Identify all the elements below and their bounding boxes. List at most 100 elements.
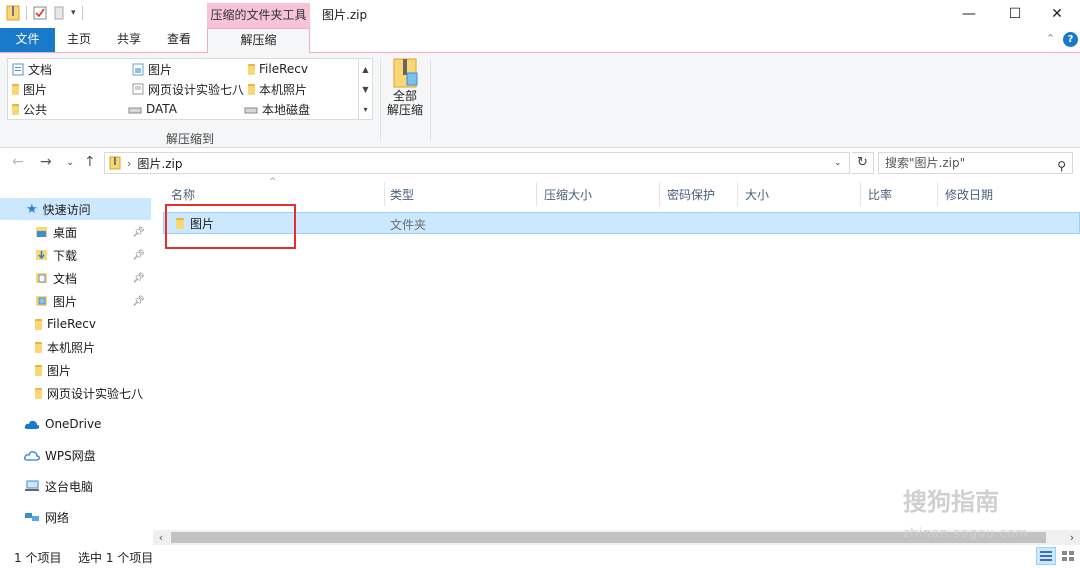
onedrive-cloud-icon: [24, 420, 40, 429]
column-header-type[interactable]: 类型: [382, 184, 536, 206]
breadcrumb-separator-icon: ›: [127, 156, 132, 170]
folder-icon: [248, 63, 255, 75]
status-item-count: 1 个项目: [14, 551, 62, 565]
nav-quick-access[interactable]: ★ 快速访问: [0, 198, 151, 220]
forward-icon[interactable]: →: [40, 154, 52, 170]
column-header-password[interactable]: 密码保护: [659, 184, 737, 206]
table-row[interactable]: 图片 文件夹: [163, 212, 1080, 234]
nav-item-pictures-2[interactable]: 图片: [0, 359, 151, 381]
help-icon[interactable]: ?: [1063, 32, 1078, 47]
folder-icon: [12, 103, 19, 115]
star-icon: ★: [26, 201, 38, 217]
pin-icon[interactable]: 📌︎: [132, 227, 145, 238]
customize-toolbar-icon[interactable]: ▾: [71, 8, 76, 18]
large-icons-view-button[interactable]: [1058, 547, 1078, 565]
close-button[interactable]: ✕: [1034, 0, 1080, 28]
column-header-modified[interactable]: 修改日期: [937, 184, 1067, 206]
gallery-scrollbar[interactable]: ▲ ▼ ▾: [359, 58, 373, 120]
folder-icon: [12, 83, 19, 95]
column-header-size[interactable]: 大小: [737, 184, 860, 206]
pin-icon[interactable]: 📌︎: [132, 273, 145, 284]
group-separator: [380, 59, 381, 141]
details-view-icon: [1040, 551, 1052, 561]
expand-gallery-icon[interactable]: ▾: [363, 105, 367, 114]
downloads-folder-icon: [36, 250, 47, 260]
highlight-annotation-box: [165, 204, 296, 249]
address-bar[interactable]: › 图片.zip: [104, 152, 850, 174]
collapse-ribbon-icon[interactable]: ⌃: [1046, 32, 1055, 45]
status-bar: 1 个项目 选中 1 个项目: [0, 545, 1080, 568]
scroll-right-icon[interactable]: ›: [1064, 530, 1080, 545]
drive-icon: [128, 107, 142, 114]
tab-share[interactable]: 共享: [106, 28, 152, 52]
group-label-extract-to: 解压缩到: [165, 132, 214, 146]
window-title: 图片.zip: [322, 8, 368, 22]
scroll-down-icon[interactable]: ▼: [362, 85, 368, 94]
pin-icon[interactable]: 📌︎: [132, 296, 145, 307]
group-separator: [430, 59, 431, 141]
details-view-button[interactable]: [1036, 547, 1056, 565]
maximize-button[interactable]: ☐: [992, 0, 1038, 28]
navigation-pane: ★ 快速访问 桌面 📌︎ 下载 📌︎ 文档 📌︎ 图片 📌︎ FileRecv …: [0, 180, 153, 545]
title-bar: ▾ 压缩的文件夹工具 图片.zip — ☐ ✕: [0, 0, 1080, 28]
tab-file[interactable]: 文件: [0, 28, 55, 52]
refresh-button[interactable]: ↻: [852, 152, 874, 174]
address-dropdown-icon[interactable]: ⌄: [834, 158, 842, 168]
nav-item-desktop[interactable]: 桌面 📌︎: [0, 221, 151, 243]
pin-icon[interactable]: 📌︎: [132, 250, 145, 261]
nav-network[interactable]: 网络: [0, 506, 151, 528]
gallery-item-pictures[interactable]: 图片: [132, 60, 172, 78]
document-folder-icon: [12, 63, 24, 75]
breadcrumb-zip[interactable]: 图片.zip: [137, 155, 182, 172]
scroll-left-icon[interactable]: ‹: [153, 530, 169, 545]
nav-wps-drive[interactable]: WPS网盘: [0, 444, 151, 466]
new-folder-icon[interactable]: [53, 6, 65, 20]
nav-item-local-photos[interactable]: 本机照片: [0, 336, 151, 358]
large-icons-view-icon: [1062, 551, 1074, 561]
column-header-ratio[interactable]: 比率: [860, 184, 937, 206]
status-selected-count: 选中 1 个项目: [78, 551, 154, 565]
scroll-up-icon[interactable]: ▲: [362, 65, 368, 74]
gallery-item-pictures-2[interactable]: 图片: [12, 80, 47, 98]
row-type-cell: 文件夹: [390, 218, 427, 232]
zip-folder-icon[interactable]: [6, 5, 20, 21]
pictures-folder-icon: [36, 296, 47, 306]
recent-locations-icon[interactable]: ⌄: [66, 157, 74, 168]
quick-access-toolbar: ▾: [6, 5, 83, 21]
nav-item-web-design[interactable]: 网页设计实验七八: [0, 382, 151, 404]
minimize-button[interactable]: —: [946, 0, 992, 28]
gallery-item-web-design[interactable]: 网页设计实验七八: [132, 80, 244, 98]
zip-folder-icon: [109, 156, 121, 170]
context-tab-compressed-tools: 压缩的文件夹工具: [207, 3, 310, 28]
gallery-item-public[interactable]: 公共: [12, 100, 47, 118]
column-header-name[interactable]: 名称: [163, 184, 385, 206]
nav-this-pc[interactable]: 这台电脑: [0, 475, 151, 497]
back-icon[interactable]: ←: [12, 154, 24, 170]
extract-to-gallery: 文档 图片 FileRecv 图片 网页设计实验七八 本机照片 公共 DATA: [7, 58, 359, 120]
up-icon[interactable]: ↑: [84, 154, 96, 170]
ribbon-tabs: 文件 主页 共享 查看 解压缩 ⌃: [0, 28, 1080, 53]
nav-item-downloads[interactable]: 下载 📌︎: [0, 244, 151, 266]
nav-onedrive[interactable]: OneDrive: [0, 413, 151, 435]
tab-home[interactable]: 主页: [57, 28, 101, 52]
search-placeholder: 搜索"图片.zip": [885, 156, 966, 170]
gallery-item-data-drive[interactable]: DATA: [128, 100, 177, 118]
tab-view[interactable]: 查看: [157, 28, 201, 52]
extract-all-button[interactable]: 全部 解压缩: [384, 57, 426, 117]
wps-cloud-icon: [24, 450, 40, 461]
properties-icon[interactable]: [33, 6, 47, 20]
gallery-item-filerecv[interactable]: FileRecv: [248, 60, 308, 78]
gallery-item-local-photos[interactable]: 本机照片: [248, 80, 307, 98]
desktop-folder-icon: [36, 227, 47, 237]
nav-item-filerecv[interactable]: FileRecv: [0, 313, 151, 335]
watermark-brand: 搜狗指南: [903, 488, 999, 516]
column-header-compressed-size[interactable]: 压缩大小: [536, 184, 659, 206]
documents-folder-icon: [36, 273, 47, 283]
gallery-item-documents[interactable]: 文档: [12, 60, 52, 78]
search-icon[interactable]: ⚲: [1057, 156, 1066, 176]
search-box[interactable]: 搜索"图片.zip" ⚲: [878, 152, 1073, 174]
tab-extract[interactable]: 解压缩: [207, 28, 310, 53]
nav-item-documents[interactable]: 文档 📌︎: [0, 267, 151, 289]
gallery-item-local-disk[interactable]: 本地磁盘: [244, 100, 310, 118]
nav-item-pictures[interactable]: 图片 📌︎: [0, 290, 151, 312]
